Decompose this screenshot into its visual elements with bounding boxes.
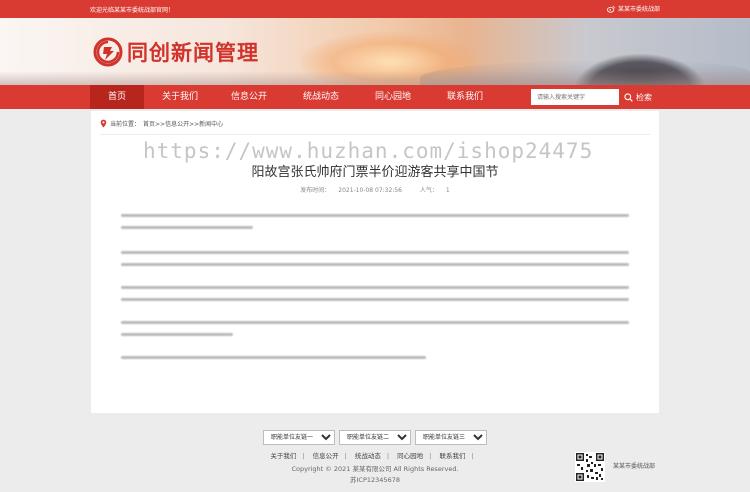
weibo-icon [606,5,615,13]
qr-code-icon [575,452,605,482]
publish-label: 发布时间： [300,187,331,194]
article-paragraph [121,286,629,310]
breadcrumb-divider [100,134,650,135]
article-paragraph [121,356,629,368]
search-button[interactable]: 检索 [624,89,652,105]
watermark-text: https://www.huzhan.com/ishop24475 [143,139,594,163]
top-bar: 欢迎光临某某市委统战部官网！ 某某市委统战部 [0,0,750,18]
breadcrumb: 当前位置： 首页>>信息公开>>新闻中心 [100,119,223,128]
nav-item-news[interactable]: 统战动态 [288,85,354,109]
nav-item-garden[interactable]: 同心园地 [360,85,426,109]
footer-nav: 关于我们 | 信息公开 | 统战动态 | 同心园地 | 联系我们 | [270,452,474,460]
friend-link-select-1[interactable]: 职能单位友链一 [263,424,335,445]
views-label: 人气： [419,187,438,194]
main-nav: 首页 关于我们 信息公开 统战动态 同心园地 联系我们 检索 [0,85,750,109]
nav-item-about[interactable]: 关于我们 [147,85,213,109]
site-logo[interactable]: 同创新闻管理 [93,37,259,67]
topbar-weibo-link[interactable]: 某某市委统战部 [606,4,660,13]
footer-link-info[interactable]: 信息公开 [313,452,339,460]
logo-text: 同创新闻管理 [127,40,259,65]
friend-link-dropdown[interactable]: 职能单位友链三 [415,430,487,445]
friend-link-dropdown[interactable]: 职能单位友链二 [339,430,411,445]
footer-link-about[interactable]: 关于我们 [270,452,296,460]
friend-link-select-3[interactable]: 职能单位友链三 [415,424,487,445]
search-button-label: 检索 [636,92,652,102]
article-meta: 发布时间： 2021-10-08 07:32:56 人气： 1 [91,185,659,194]
logo-emblem-icon [93,37,123,67]
nav-item-info[interactable]: 信息公开 [216,85,282,109]
search-input[interactable] [531,89,619,105]
breadcrumb-prefix: 当前位置： [110,121,141,128]
breadcrumb-path[interactable]: 首页>>信息公开>>新闻中心 [143,119,223,128]
nav-item-contact[interactable]: 联系我们 [432,85,498,109]
footer-link-garden[interactable]: 同心园地 [397,452,423,460]
article-title: 阳故宫张氏帅府门票半价迎游客共享中国节 [251,165,499,180]
article-paragraph [121,321,629,345]
article-paragraph [121,251,629,275]
footer-link-news[interactable]: 统战动态 [355,452,381,460]
search-icon [624,92,633,102]
article-paragraph [121,214,629,238]
friend-link-dropdown[interactable]: 职能单位友链一 [263,430,335,445]
views-count: 1 [445,187,450,194]
footer-link-contact[interactable]: 联系我们 [439,452,465,460]
banner-sea [0,71,750,85]
location-pin-icon [100,119,107,128]
nav-item-home[interactable]: 首页 [90,85,144,109]
topbar-link-label: 某某市委统战部 [617,6,660,13]
qr-label: 某某市委统战部 [613,463,656,470]
friend-link-select-2[interactable]: 职能单位友链二 [339,424,411,445]
icp-number[interactable]: 苏ICP12345678 [0,474,750,484]
publish-time: 2021-10-08 07:32:56 [338,187,402,194]
welcome-text: 欢迎光临某某市委统战部官网！ [90,7,175,14]
